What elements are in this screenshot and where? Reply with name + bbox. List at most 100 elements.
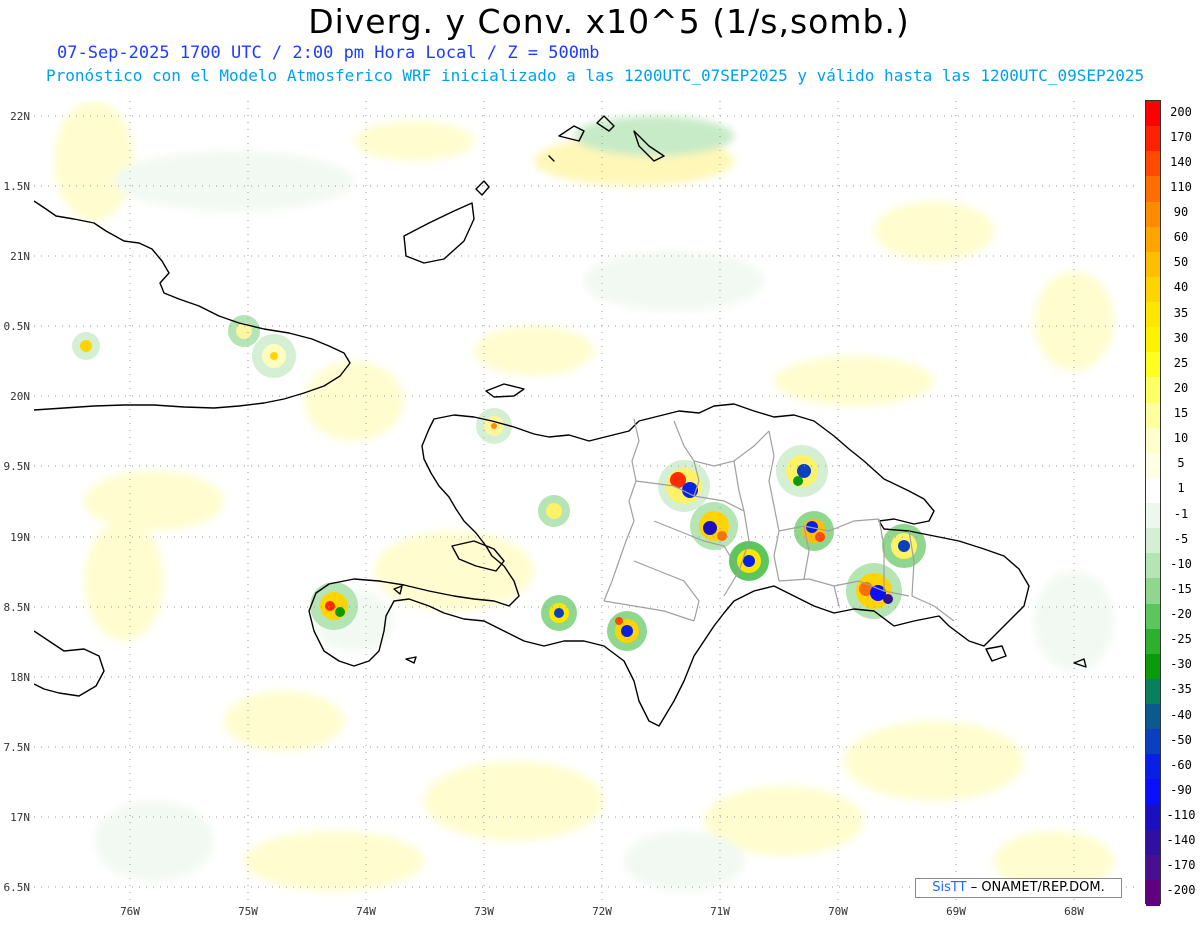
- lat-label: 8.5N: [3, 601, 31, 614]
- colorbar-segment: [1146, 779, 1160, 806]
- valid-time-subtitle: 07-Sep-2025 1700 UTC / 2:00 pm Hora Loca…: [57, 43, 600, 63]
- lat-label: 20N: [10, 390, 30, 403]
- colorbar-label: -35: [1170, 682, 1192, 697]
- colorbar-label: -10: [1170, 556, 1192, 571]
- colorbar-segment: [1146, 201, 1160, 228]
- lat-label: 7.5N: [3, 741, 31, 754]
- lat-label: 1.5N: [3, 180, 31, 193]
- colorbar: [1145, 100, 1161, 906]
- credit-text: – ONAMET/REP.DOM.: [966, 880, 1105, 895]
- lon-label: 71W: [710, 905, 730, 918]
- colorbar-segment: [1146, 879, 1160, 906]
- colorbar-segment: [1146, 226, 1160, 253]
- colorbar-label: 90: [1173, 205, 1189, 220]
- lat-label: 9.5N: [3, 460, 31, 473]
- islet: [985, 645, 1007, 662]
- colorbar-segment: [1146, 427, 1160, 454]
- colorbar-label: 5: [1177, 456, 1185, 471]
- colorbar-label: 60: [1173, 230, 1189, 245]
- colorbar-label: -15: [1170, 581, 1192, 596]
- colorbar-label: 1: [1177, 481, 1185, 496]
- colorbar-label: 10: [1173, 431, 1189, 446]
- lat-label: 0.5N: [3, 320, 31, 333]
- colorbar-label: 30: [1173, 330, 1189, 345]
- colorbar-segment: [1146, 452, 1160, 479]
- colorbar-segment: [1146, 804, 1160, 831]
- map-title: Diverg. y Conv. x10^5 (1/s,somb.): [308, 2, 910, 41]
- colorbar-label: 25: [1173, 355, 1189, 370]
- colorbar-segment: [1146, 553, 1160, 580]
- lon-label: 73W: [474, 905, 494, 918]
- cuba-coastline: [34, 200, 351, 411]
- colorbar-segment: [1146, 678, 1160, 705]
- colorbar-label: -90: [1170, 782, 1192, 797]
- credit-box: SisTT – ONAMET/REP.DOM.: [915, 878, 1122, 898]
- sistt-logo: SisTT: [932, 880, 967, 895]
- colorbar-label: -140: [1166, 833, 1196, 848]
- colorbar-segment: [1146, 327, 1160, 354]
- colorbar-segment: [1146, 578, 1160, 605]
- colorbar-segment: [1146, 176, 1160, 203]
- colorbar-label: 140: [1170, 154, 1192, 169]
- lat-label: 19N: [10, 531, 30, 544]
- lon-label: 75W: [238, 905, 258, 918]
- colorbar-segment: [1146, 352, 1160, 379]
- colorbar-label: -20: [1170, 607, 1192, 622]
- colorbar-label: 50: [1173, 255, 1189, 270]
- field-shading: [54, 101, 1114, 891]
- colorbar-segment: [1146, 402, 1160, 429]
- colorbar-segment: [1146, 101, 1160, 127]
- colorbar-segment: [1146, 251, 1160, 278]
- colorbar-segment: [1146, 276, 1160, 303]
- cuba-south-coastline: [34, 630, 105, 697]
- model-run-subtitle: Pronóstico con el Modelo Atmosferico WRF…: [46, 66, 1145, 85]
- colorbar-label: -40: [1170, 707, 1192, 722]
- colorbar-label: 200: [1170, 104, 1192, 119]
- bahamas-island: [403, 202, 475, 264]
- colorbar-label: 40: [1173, 280, 1189, 295]
- colorbar-segment: [1146, 729, 1160, 756]
- tortuga-island: [485, 383, 525, 398]
- lat-label: 17N: [10, 811, 30, 824]
- bahamas-island: [475, 180, 490, 196]
- colorbar-label: -170: [1166, 858, 1196, 873]
- colorbar-segment: [1146, 377, 1160, 404]
- map-panel: [34, 101, 1134, 901]
- lat-label: 18N: [10, 671, 30, 684]
- colorbar-label: -1: [1173, 506, 1189, 521]
- lon-label: 74W: [356, 905, 376, 918]
- lon-label: 72W: [592, 905, 612, 918]
- colorbar-label: -60: [1170, 757, 1192, 772]
- colorbar-label: -25: [1170, 632, 1192, 647]
- colorbar-label: -5: [1173, 531, 1189, 546]
- lon-label: 70W: [828, 905, 848, 918]
- colorbar-segment: [1146, 302, 1160, 328]
- colorbar-segment: [1146, 528, 1160, 555]
- colorbar-segment: [1146, 503, 1160, 529]
- colorbar-label: -110: [1166, 808, 1196, 823]
- colorbar-segment: [1146, 126, 1160, 153]
- lat-label: 22N: [10, 110, 30, 123]
- colorbar-label: -200: [1166, 883, 1196, 898]
- lat-label: 21N: [10, 250, 30, 263]
- lat-label: 6.5N: [3, 881, 31, 894]
- colorbar-segment: [1146, 151, 1160, 178]
- colorbar-segment: [1146, 704, 1160, 730]
- colorbar-label: 20: [1173, 380, 1189, 395]
- colorbar-segment: [1146, 603, 1160, 630]
- colorbar-label: 170: [1170, 129, 1192, 144]
- colorbar-segment: [1146, 477, 1160, 504]
- colorbar-segment: [1146, 854, 1160, 881]
- colorbar-label: 15: [1173, 406, 1189, 421]
- map-svg: [34, 101, 1134, 901]
- islet: [405, 656, 417, 664]
- lon-label: 69W: [946, 905, 966, 918]
- colorbar-segment: [1146, 829, 1160, 856]
- colorbar-label: 35: [1173, 305, 1189, 320]
- colorbar-label: 110: [1170, 179, 1192, 194]
- colorbar-segment: [1146, 628, 1160, 655]
- lon-label: 76W: [120, 905, 140, 918]
- lon-label: 68W: [1064, 905, 1084, 918]
- colorbar-segment: [1146, 653, 1160, 680]
- colorbar-segment: [1146, 754, 1160, 781]
